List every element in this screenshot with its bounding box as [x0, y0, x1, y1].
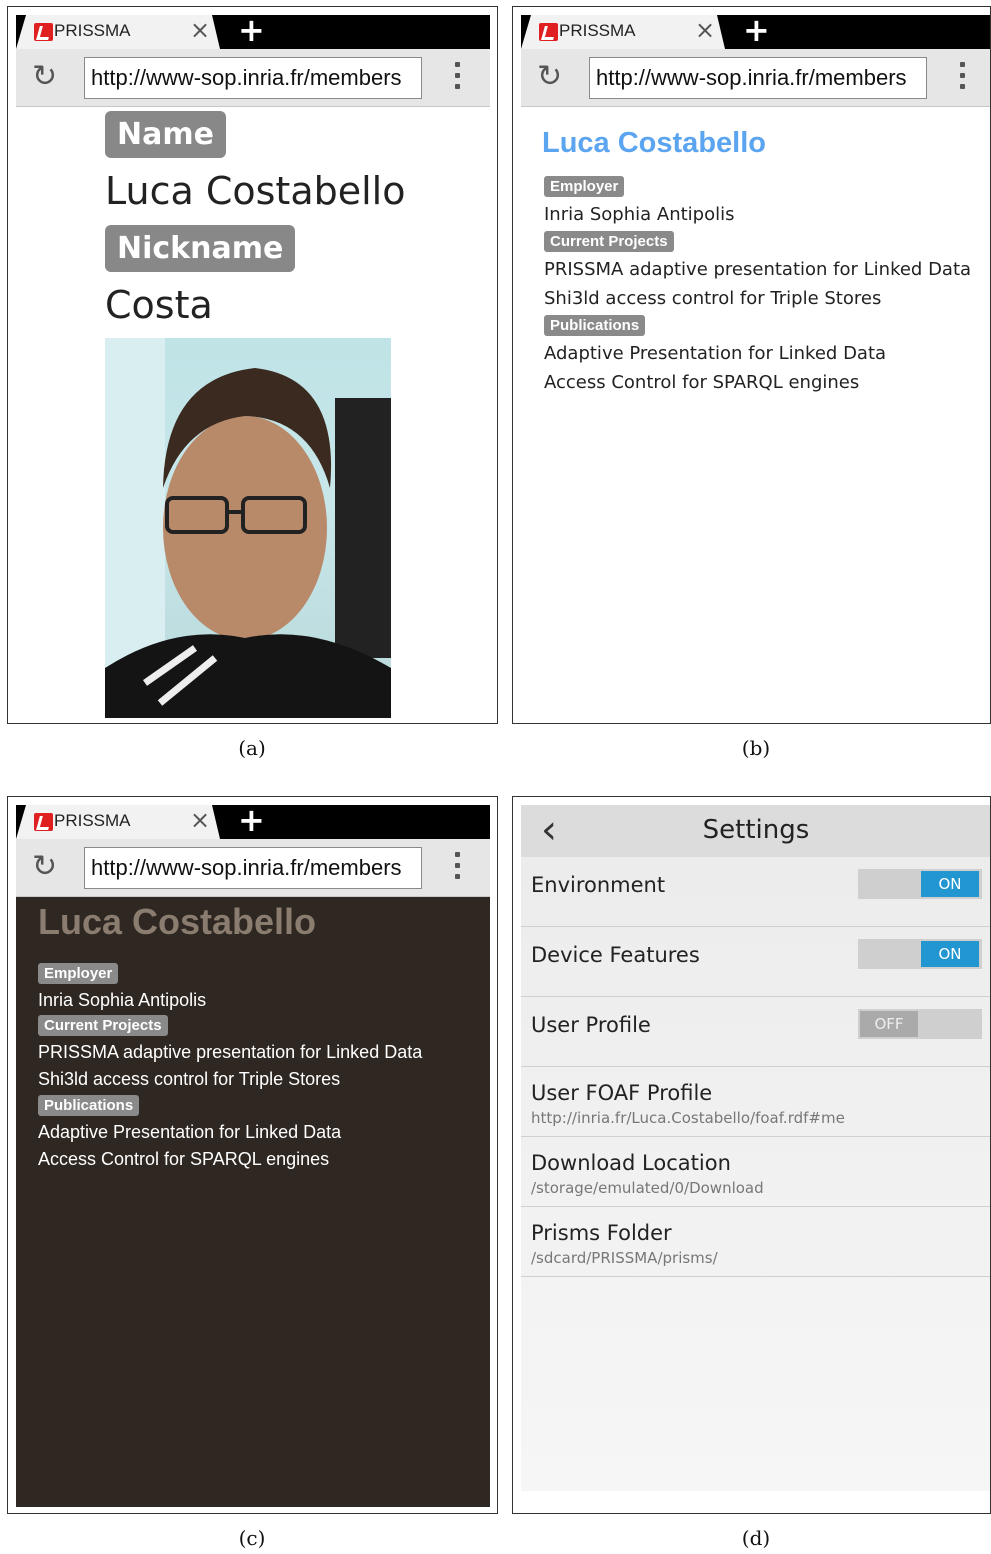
profile-photo [105, 338, 391, 718]
employer-value: Inria Sophia Antipolis [544, 204, 735, 225]
setting-row-environment[interactable]: Environment ON [521, 857, 990, 927]
toggle-state: ON [921, 871, 979, 897]
setting-row-device-features[interactable]: Device Features ON [521, 927, 990, 997]
setting-label: User Profile [531, 1013, 651, 1037]
close-tab-icon[interactable]: × [695, 16, 715, 44]
reload-icon[interactable]: ↻ [32, 59, 57, 94]
reload-icon[interactable]: ↻ [32, 849, 57, 884]
project-item: Shi3ld access control for Triple Stores [38, 1069, 341, 1089]
address-bar: ↻ http://www-sop.inria.fr/members [16, 49, 490, 107]
caption-b: (b) [741, 736, 771, 760]
projects-label: Current Projects [38, 1015, 168, 1036]
name-value: Luca Costabello [105, 169, 406, 213]
setting-value: http://inria.fr/Luca.Costabello/foaf.rdf… [531, 1109, 845, 1127]
nickname-value: Costa [105, 283, 213, 327]
dark-page-background: Luca Costabello Employer Inria Sophia An… [16, 897, 490, 1507]
toggle-state: OFF [860, 1011, 918, 1037]
profile-name: Luca Costabello [542, 127, 766, 159]
prissma-logo-icon [539, 23, 558, 41]
panel-c-phone-screen: PRISSMA × + ↻ http://www-sop.inria.fr/me… [7, 796, 498, 1514]
browser-tab[interactable]: PRISSMA × [16, 805, 220, 839]
name-label: Name [105, 111, 226, 158]
tab-title: PRISSMA [559, 21, 636, 40]
tab-title: PRISSMA [54, 21, 131, 40]
new-tab-icon[interactable]: + [238, 801, 265, 839]
prissma-logo-icon [34, 813, 53, 831]
publication-item: Access Control for SPARQL engines [38, 1149, 330, 1169]
close-tab-icon[interactable]: × [190, 16, 210, 44]
publication-item: Adaptive Presentation for Linked Data [38, 1122, 342, 1142]
project-item: Shi3ld access control for Triple Stores [544, 288, 882, 309]
reload-icon[interactable]: ↻ [537, 59, 562, 94]
setting-value: /storage/emulated/0/Download [531, 1179, 764, 1197]
prissma-logo-icon [34, 23, 53, 41]
url-input[interactable]: http://www-sop.inria.fr/members [84, 847, 422, 889]
project-item: PRISSMA adaptive presentation for Linked… [544, 259, 972, 280]
setting-label: User FOAF Profile [531, 1081, 713, 1105]
publication-item: Adaptive Presentation for Linked Data [544, 343, 887, 364]
setting-row-user-foaf-profile[interactable]: User FOAF Profile http://inria.fr/Luca.C… [521, 1067, 990, 1137]
panel-d-settings-screen: ‹ Settings Environment ON Device Feature… [512, 796, 991, 1514]
device-features-toggle[interactable]: ON [858, 939, 982, 969]
profile-name: Luca Costabello [38, 901, 317, 942]
setting-label: Environment [531, 873, 666, 897]
setting-label: Prisms Folder [531, 1221, 672, 1245]
publications-label: Publications [38, 1095, 140, 1116]
settings-title: Settings [702, 815, 810, 845]
environment-toggle[interactable]: ON [858, 869, 982, 899]
settings-header: ‹ Settings [521, 805, 990, 857]
address-bar: ↻ http://www-sop.inria.fr/members [521, 49, 990, 107]
setting-row-download-location[interactable]: Download Location /storage/emulated/0/Do… [521, 1137, 990, 1207]
tab-title: PRISSMA [54, 811, 131, 830]
address-bar: ↻ http://www-sop.inria.fr/members [16, 839, 490, 897]
publications-label: Publications [544, 315, 646, 336]
setting-row-user-profile[interactable]: User Profile OFF [521, 997, 990, 1067]
overflow-menu-icon[interactable] [452, 59, 462, 95]
url-input[interactable]: http://www-sop.inria.fr/members [84, 57, 422, 99]
employer-label: Employer [38, 963, 119, 984]
settings-list: Environment ON Device Features ON User P… [521, 857, 990, 1491]
project-item: PRISSMA adaptive presentation for Linked… [38, 1042, 423, 1062]
browser-tab-bar: PRISSMA × + [16, 801, 490, 839]
url-input[interactable]: http://www-sop.inria.fr/members [589, 57, 927, 99]
browser-tab[interactable]: PRISSMA × [16, 15, 220, 49]
setting-row-prisms-folder[interactable]: Prisms Folder /sdcard/PRISSMA/prisms/ [521, 1207, 990, 1277]
toggle-state: ON [921, 941, 979, 967]
close-tab-icon[interactable]: × [190, 806, 210, 834]
employer-value: Inria Sophia Antipolis [38, 990, 207, 1010]
setting-value: /sdcard/PRISSMA/prisms/ [531, 1249, 718, 1267]
overflow-menu-icon[interactable] [452, 849, 462, 885]
user-profile-toggle[interactable]: OFF [858, 1009, 982, 1039]
publication-item: Access Control for SPARQL engines [544, 372, 860, 393]
caption-a: (a) [238, 736, 266, 760]
setting-label: Download Location [531, 1151, 731, 1175]
setting-label: Device Features [531, 943, 700, 967]
caption-d: (d) [741, 1526, 771, 1550]
browser-tab-bar: PRISSMA × + [521, 11, 990, 49]
new-tab-icon[interactable]: + [238, 11, 265, 49]
new-tab-icon[interactable]: + [743, 11, 770, 49]
panel-a-phone-screen: PRISSMA × + ↻ http://www-sop.inria.fr/me… [7, 6, 498, 724]
projects-label: Current Projects [544, 231, 674, 252]
employer-label: Employer [544, 176, 625, 197]
panel-b-phone-screen: PRISSMA × + ↻ http://www-sop.inria.fr/me… [512, 6, 991, 724]
caption-c: (c) [238, 1526, 266, 1550]
overflow-menu-icon[interactable] [957, 59, 967, 95]
nickname-label: Nickname [105, 225, 296, 272]
photo-illustration [105, 338, 391, 718]
browser-tab-bar: PRISSMA × + [16, 11, 490, 49]
browser-tab[interactable]: PRISSMA × [521, 15, 725, 49]
